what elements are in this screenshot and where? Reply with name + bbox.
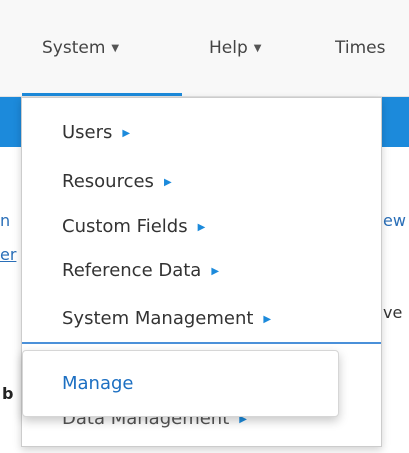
background-text-fragment: b [2,384,14,403]
background-text-fragment: ve [383,303,403,322]
menu-item-custom-fields[interactable]: Custom Fields ▶ [62,214,205,241]
caret-right-icon: ▶ [122,128,131,139]
caret-right-icon: ▶ [263,314,272,325]
menu-item-resources[interactable]: Resources ▶ [62,169,172,196]
caret-right-icon: ▶ [163,177,172,188]
submenu-item-manage[interactable]: Manage [62,371,134,397]
menu-item-label: Custom Fields [62,216,188,237]
caret-down-icon: ▼ [253,43,262,54]
caret-right-icon: ▶ [197,222,206,233]
background-link-fragment[interactable]: ew [383,211,406,230]
nav-active-indicator [22,93,182,96]
menu-item-reference-data[interactable]: Reference Data ▶ [62,258,219,285]
background-link-fragment[interactable]: n [0,211,10,230]
nav-help-menu[interactable]: Help ▼ [209,0,261,96]
nav-system-label: System [42,38,106,58]
top-navbar: System ▼ Help ▼ Times [0,0,409,97]
menu-item-users[interactable]: Users ▶ [62,120,130,147]
nav-system-menu[interactable]: System ▼ [42,0,119,96]
menu-item-label: System Management [62,308,254,329]
menu-item-label: Resources [62,171,154,192]
menu-item-label: Reference Data [62,260,202,281]
background-link-fragment[interactable]: er [0,245,16,264]
nav-help-label: Help [209,38,248,58]
nav-times-menu[interactable]: Times [335,0,409,96]
caret-right-icon: ▶ [211,266,220,277]
menu-item-label: Users [62,122,113,143]
caret-down-icon: ▼ [111,43,120,54]
system-management-submenu: Manage [22,350,339,417]
nav-times-label: Times [335,38,386,58]
menu-item-system-management[interactable]: System Management ▶ [62,306,271,333]
menu-hover-divider [22,342,381,344]
